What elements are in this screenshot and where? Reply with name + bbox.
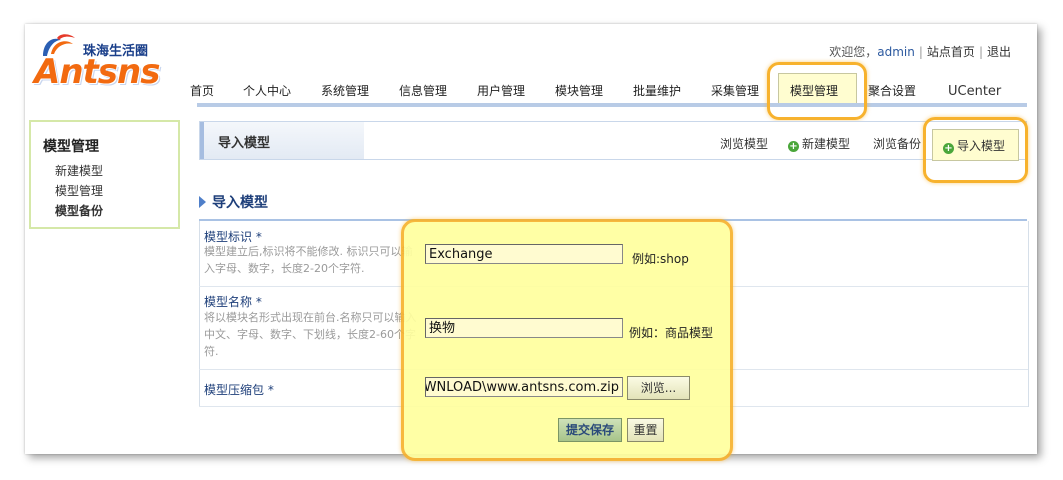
model-id-help: 模型建立后,标识将不能修改. 标识只可以输入字母、数字，长度2-20个字符. xyxy=(204,245,413,275)
sidebar-item-model-backup[interactable]: 模型备份 xyxy=(55,202,103,219)
welcome-text: 欢迎您， xyxy=(829,45,878,59)
content-header-title: 导入模型 xyxy=(218,136,271,151)
nav-ucenter[interactable]: UCenter xyxy=(948,84,1001,99)
sidebar-item-model-manage[interactable]: 模型管理 xyxy=(55,182,103,199)
plus-icon: + xyxy=(788,141,799,152)
content-header-title-box: 导入模型 xyxy=(200,122,364,159)
nav-personal[interactable]: 个人中心 xyxy=(243,82,291,99)
tab-browse-models[interactable]: 浏览模型 xyxy=(720,135,768,152)
main-nav: 首页 个人中心 系统管理 信息管理 用户管理 模块管理 批量维护 采集管理 模型… xyxy=(0,82,1063,102)
nav-underline xyxy=(197,103,1027,107)
nav-modules[interactable]: 模块管理 xyxy=(555,82,603,99)
model-name-label: 模型名称 * xyxy=(204,295,262,309)
nav-users[interactable]: 用户管理 xyxy=(477,82,525,99)
tab-new-model-label: 新建模型 xyxy=(802,137,851,151)
site-home-link[interactable]: 站点首页 xyxy=(927,45,975,59)
logout-link[interactable]: 退出 xyxy=(987,45,1011,59)
sidebar: 模型管理 新建模型 模型管理 模型备份 xyxy=(29,120,180,229)
section-arrow-icon xyxy=(199,196,206,208)
model-name-example: 例如：商品模型 xyxy=(629,326,714,340)
nav-aggregate[interactable]: 聚合设置 xyxy=(868,82,916,99)
nav-collect[interactable]: 采集管理 xyxy=(711,82,759,99)
model-id-example: 例如:shop xyxy=(632,252,689,266)
model-package-file-input[interactable]: WNLOAD\www.antsns.com.zip xyxy=(425,377,623,397)
nav-batch[interactable]: 批量维护 xyxy=(633,82,681,99)
user-link[interactable]: admin xyxy=(877,45,915,59)
nav-home[interactable]: 首页 xyxy=(190,82,214,99)
model-package-file-path: WNLOAD\www.antsns.com.zip xyxy=(425,380,619,395)
sidebar-title: 模型管理 xyxy=(43,139,99,155)
section-title: 导入模型 xyxy=(212,195,268,211)
nav-info[interactable]: 信息管理 xyxy=(399,82,447,99)
tab-browse-backups[interactable]: 浏览备份 xyxy=(873,135,921,152)
nav-system[interactable]: 系统管理 xyxy=(321,82,369,99)
reset-button[interactable]: 重置 xyxy=(627,418,664,442)
model-name-input[interactable]: 换物 xyxy=(425,318,623,338)
annotation-highlight-nav xyxy=(767,62,867,120)
sidebar-item-new-model[interactable]: 新建模型 xyxy=(55,162,103,179)
browse-button[interactable]: 浏览... xyxy=(627,376,690,400)
model-name-help: 将以模块名形式出现在前台.名称只可以输入中文、字母、数字、下划线，长度2-60个… xyxy=(204,311,417,358)
top-links: 欢迎您，admin | 站点首页 | 退出 xyxy=(829,45,1011,59)
model-id-input[interactable]: Exchange xyxy=(425,244,623,264)
annotation-highlight-tab xyxy=(923,117,1028,183)
tab-new-model[interactable]: + 新建模型 xyxy=(788,135,850,152)
submit-save-button[interactable]: 提交保存 xyxy=(558,418,622,442)
model-package-label: 模型压缩包 * xyxy=(204,383,274,397)
